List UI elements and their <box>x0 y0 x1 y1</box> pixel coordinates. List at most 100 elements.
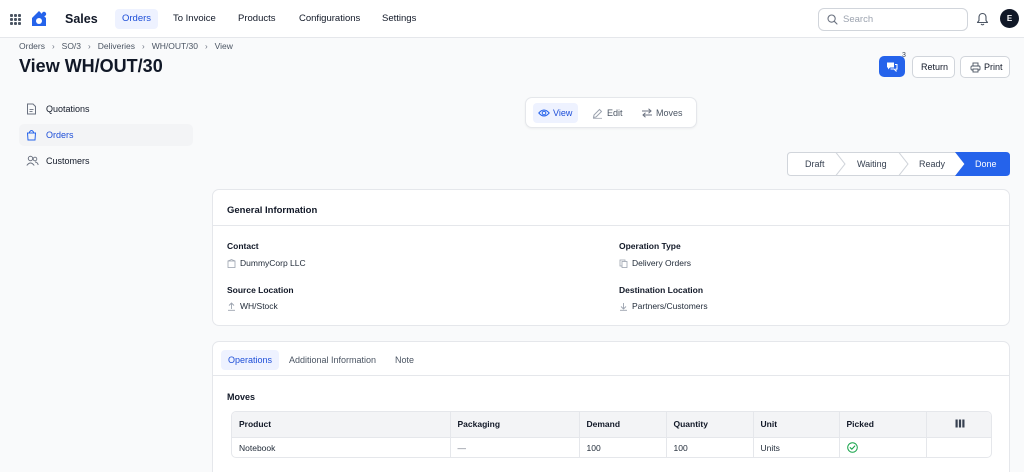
column-header-product: Product <box>232 412 451 438</box>
tab-note[interactable]: Note <box>388 350 421 370</box>
chat-bubble-icon <box>887 62 898 72</box>
column-settings[interactable] <box>926 412 991 438</box>
user-avatar[interactable]: E <box>1000 9 1019 28</box>
moves-section-title: Moves <box>227 392 256 402</box>
pencil-icon <box>592 108 603 119</box>
view-mode-view-label: View <box>553 108 573 118</box>
chatter-count-badge: 3 <box>902 52 906 59</box>
destination-location-value[interactable]: Partners/Customers <box>619 301 708 311</box>
column-header-demand: Demand <box>579 412 667 438</box>
contact-value[interactable]: DummyCorp LLC <box>227 258 306 268</box>
destination-location-label: Destination Location <box>619 285 704 295</box>
view-mode-edit[interactable]: Edit <box>587 103 629 123</box>
step-done-label: Done <box>975 159 997 169</box>
breadcrumb-deliveries[interactable]: Deliveries <box>98 41 135 51</box>
search-input[interactable] <box>843 12 958 27</box>
view-mode-view[interactable]: View <box>533 103 579 123</box>
apps-grid-icon[interactable] <box>10 14 21 25</box>
download-icon <box>620 302 627 311</box>
search-box[interactable] <box>818 8 968 31</box>
operations-card: Operations Additional Information Note M… <box>212 341 1010 472</box>
view-mode-edit-label: Edit <box>607 108 623 118</box>
print-button[interactable]: Print <box>960 56 1010 78</box>
nav-orders[interactable]: Orders <box>115 9 159 29</box>
divider <box>213 375 1009 376</box>
view-mode-toggle: View Edit Moves <box>525 97 697 128</box>
top-bar: Sales Orders To Invoice Products Configu… <box>0 0 1024 38</box>
return-button[interactable]: Return <box>912 56 955 78</box>
users-icon <box>26 155 39 166</box>
columns-icon <box>955 419 965 428</box>
check-circle-icon <box>846 442 858 454</box>
breadcrumb-current: View <box>214 41 233 51</box>
sidebar-item-orders[interactable]: Orders <box>19 124 193 146</box>
step-ready-label: Ready <box>919 159 946 169</box>
nav-configurations[interactable]: Configurations <box>292 9 367 29</box>
print-button-label: Print <box>984 62 1003 72</box>
bell-icon[interactable] <box>976 12 989 26</box>
cell-empty <box>926 437 991 457</box>
app-logo-icon <box>32 11 47 26</box>
page-title: View WH/OUT/30 <box>19 56 163 76</box>
sidebar-item-label: Quotations <box>46 104 90 114</box>
divider <box>213 225 1009 226</box>
nav-settings[interactable]: Settings <box>375 9 423 29</box>
layers-icon <box>619 259 628 268</box>
source-location-label: Source Location <box>227 285 294 295</box>
chevron-right-icon: › <box>204 41 208 51</box>
source-location-value-text: WH/Stock <box>240 301 278 311</box>
return-button-label: Return <box>921 62 949 72</box>
sidebar-item-label: Customers <box>46 156 90 166</box>
tab-operations[interactable]: Operations <box>221 350 280 370</box>
upload-icon <box>228 301 235 311</box>
document-icon <box>27 103 36 115</box>
sidebar-item-quotations[interactable]: Quotations <box>19 98 193 120</box>
operation-type-value-text: Delivery Orders <box>632 258 692 268</box>
view-mode-moves-label: Moves <box>656 108 683 118</box>
shopping-bag-icon <box>26 130 37 141</box>
nav-products[interactable]: Products <box>231 9 283 29</box>
step-waiting-label: Waiting <box>857 159 887 169</box>
nav-to-invoice[interactable]: To Invoice <box>166 9 223 29</box>
column-header-quantity: Quantity <box>666 412 754 438</box>
chevron-right-icon: › <box>51 41 55 51</box>
destination-location-value-text: Partners/Customers <box>632 301 708 311</box>
cell-demand: 100 <box>579 437 667 457</box>
general-information-card: General Information Contact DummyCorp LL… <box>212 189 1010 326</box>
step-draft-label: Draft <box>805 159 825 169</box>
card-title: General Information <box>227 205 318 216</box>
printer-icon <box>970 62 981 73</box>
chevron-right-icon: › <box>88 41 91 51</box>
sidebar-item-label: Orders <box>46 130 74 140</box>
chevron-right-icon: › <box>142 41 145 51</box>
breadcrumb-orders[interactable]: Orders <box>19 41 45 51</box>
operation-type-label: Operation Type <box>619 241 681 251</box>
source-location-value[interactable]: WH/Stock <box>227 301 278 311</box>
operation-type-value[interactable]: Delivery Orders <box>619 258 691 268</box>
cell-packaging: — <box>450 437 580 457</box>
tab-additional-information[interactable]: Additional Information <box>282 350 383 370</box>
contact-value-text: DummyCorp LLC <box>240 258 306 268</box>
column-header-picked: Picked <box>839 412 927 438</box>
breadcrumb-record[interactable]: WH/OUT/30 <box>152 41 198 51</box>
moves-table: Product Packaging Demand Quantity Unit P… <box>231 411 992 458</box>
table-header-row: Product Packaging Demand Quantity Unit P… <box>232 412 991 438</box>
arrows-swap-icon <box>642 108 652 118</box>
app-title: Sales <box>65 12 98 26</box>
chatter-button[interactable] <box>879 56 905 77</box>
table-row[interactable]: Notebook — 100 100 Units <box>232 437 991 457</box>
breadcrumb: Orders › SO/3 › Deliveries › WH/OUT/30 ›… <box>19 40 233 52</box>
building-icon <box>227 258 236 268</box>
sidebar-item-customers[interactable]: Customers <box>19 150 193 172</box>
breadcrumb-so[interactable]: SO/3 <box>62 41 81 51</box>
column-header-packaging: Packaging <box>450 412 580 438</box>
column-header-unit: Unit <box>753 412 840 438</box>
view-mode-moves[interactable]: Moves <box>636 103 689 123</box>
cell-unit: Units <box>753 437 840 457</box>
cell-quantity: 100 <box>666 437 754 457</box>
search-icon <box>827 14 838 25</box>
contact-label: Contact <box>227 241 259 251</box>
eye-icon <box>538 109 550 117</box>
cell-picked[interactable] <box>839 437 927 457</box>
cell-product: Notebook <box>232 437 451 457</box>
